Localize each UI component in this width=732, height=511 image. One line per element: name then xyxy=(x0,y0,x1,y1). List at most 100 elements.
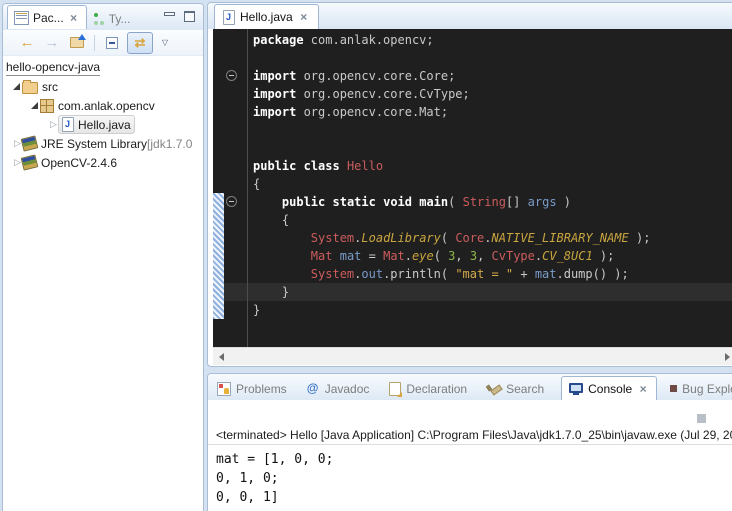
up-icon[interactable] xyxy=(67,34,87,52)
tree-item-hello-java[interactable]: Hello.java xyxy=(3,115,203,134)
code-line: import org.opencv.core.Core; xyxy=(213,67,732,85)
view-tab-pac[interactable]: Pac... xyxy=(7,5,87,29)
console-tab-label: Bug Explorer xyxy=(682,382,732,396)
code-editor[interactable]: package com.anlak.opencv; import org.open… xyxy=(213,29,732,347)
tree-item-com-anlak-opencv[interactable]: com.anlak.opencv xyxy=(3,96,203,115)
fold-collapse-icon[interactable] xyxy=(226,70,237,81)
tree-item-src[interactable]: src xyxy=(3,77,203,96)
console-tab-label: Problems xyxy=(236,382,287,396)
code-line: import org.opencv.core.Mat; xyxy=(213,103,732,121)
sidebar-tabbar: Pac... Ty... xyxy=(3,4,203,30)
tree-item-opencv-2-4-6[interactable]: OpenCV-2.4.6 xyxy=(3,153,203,172)
console-output[interactable]: mat = [1, 0, 0; 0, 1, 0; 0, 0, 1] xyxy=(208,445,732,507)
console-tab-search[interactable]: Search xyxy=(484,377,547,400)
javadoc-icon xyxy=(307,382,320,395)
code-line: Mat mat = Mat.eye( 3, 3, CvType.CV_8UC1 … xyxy=(213,247,732,265)
close-icon[interactable] xyxy=(637,383,649,395)
console-output-line: 0, 1, 0; xyxy=(216,469,732,488)
eclipse-workbench: Pac... Ty... hello-opencv-java srccom.anl… xyxy=(0,0,732,511)
console-tab-declaration[interactable]: Declaration xyxy=(386,377,470,400)
java-file-icon xyxy=(223,10,235,25)
tree-item-project-root[interactable]: hello-opencv-java xyxy=(3,58,203,77)
code-line: System.LoadLibrary( Core.NATIVE_LIBRARY_… xyxy=(213,229,732,247)
declaration-icon xyxy=(389,382,401,396)
scroll-left-icon[interactable] xyxy=(219,353,224,361)
close-icon[interactable] xyxy=(298,11,310,23)
console-output-line: mat = [1, 0, 0; xyxy=(216,450,732,469)
package-icon xyxy=(40,99,54,113)
project-tree: hello-opencv-java srccom.anlak.opencv Hel… xyxy=(3,56,203,172)
expander-open-icon[interactable] xyxy=(13,83,20,90)
gutter-divider xyxy=(247,29,248,347)
console-tab-label: Declaration xyxy=(406,382,467,396)
code-line: package com.anlak.opencv; xyxy=(213,31,732,49)
tree-item-label: com.anlak.opencv xyxy=(58,99,155,113)
console-tab-javadoc[interactable]: Javadoc xyxy=(304,377,373,400)
console-panel: Problems Javadoc Declaration Search Console B… xyxy=(207,373,732,511)
minimize-icon[interactable] xyxy=(164,11,175,21)
forward-icon[interactable] xyxy=(42,34,62,52)
sidebar-toolbar xyxy=(3,30,203,56)
range-indicator xyxy=(213,193,224,319)
source-folder-icon xyxy=(22,82,38,94)
tree-item-jre-system-library[interactable]: JRE System Library [jdk1.7.0 xyxy=(3,134,203,153)
console-icon xyxy=(569,383,583,395)
tree-item-decoration: [jdk1.7.0 xyxy=(147,137,192,151)
console-process-header: <terminated> Hello [Java Application] C:… xyxy=(208,426,732,445)
expander-open-icon[interactable] xyxy=(31,102,38,109)
panel-window-buttons xyxy=(164,11,195,21)
expander-closed-icon[interactable] xyxy=(49,120,58,129)
project-root-label: hello-opencv-java xyxy=(6,60,100,76)
type-hierarchy-icon xyxy=(93,13,105,25)
library-icon xyxy=(21,135,39,151)
collapse-all-icon[interactable] xyxy=(102,34,122,52)
tree-item-label: JRE System Library xyxy=(41,137,147,151)
code-line: public static void main( String[] args ) xyxy=(213,193,732,211)
console-tabbar: Problems Javadoc Declaration Search Console B… xyxy=(208,374,732,400)
code-line xyxy=(213,121,732,139)
console-tab-bug-explorer[interactable]: Bug Explorer xyxy=(667,377,732,400)
search-icon xyxy=(487,382,501,395)
editor-tabbar: Hello.java xyxy=(208,3,732,29)
maximize-icon[interactable] xyxy=(184,11,195,21)
fold-collapse-icon[interactable] xyxy=(226,196,237,207)
tree-item-label: OpenCV-2.4.6 xyxy=(41,156,117,170)
code-line: public class Hello xyxy=(213,157,732,175)
console-tab-console[interactable]: Console xyxy=(561,376,657,400)
console-toolbar-button[interactable] xyxy=(697,414,706,423)
code-line: } xyxy=(213,283,732,301)
console-tab-problems[interactable]: Problems xyxy=(214,377,290,400)
code-line: { xyxy=(213,211,732,229)
console-tab-label: Console xyxy=(588,382,632,396)
console-toolbar xyxy=(208,400,732,426)
console-tab-label: Search xyxy=(506,382,544,396)
code-line: System.out.println( "mat = " + mat.dump(… xyxy=(213,265,732,283)
editor-tab-hello-java[interactable]: Hello.java xyxy=(214,4,319,29)
link-with-editor-icon[interactable] xyxy=(127,32,153,54)
package-explorer-panel: Pac... Ty... hello-opencv-java srccom.anl… xyxy=(2,3,204,511)
back-icon[interactable] xyxy=(17,34,37,52)
bug-icon xyxy=(670,385,677,392)
view-tab-label: Ty... xyxy=(109,12,131,26)
library-icon xyxy=(21,154,39,170)
code-line xyxy=(213,49,732,67)
problems-icon xyxy=(217,382,231,396)
package-explorer-icon xyxy=(14,11,29,25)
horizontal-scrollbar[interactable] xyxy=(213,347,732,365)
scroll-right-icon[interactable] xyxy=(725,353,730,361)
java-file-icon xyxy=(62,117,74,132)
console-tab-label: Javadoc xyxy=(325,382,370,396)
view-tab-ty[interactable]: Ty... xyxy=(87,7,137,30)
code-line xyxy=(213,139,732,157)
tree-item-label: src xyxy=(42,80,58,94)
code-line: { xyxy=(213,175,732,193)
tree-item-label: Hello.java xyxy=(78,118,131,132)
tree-selection: Hello.java xyxy=(58,115,135,134)
view-menu-icon[interactable] xyxy=(158,34,172,52)
editor-panel: Hello.java package com.anlak.opencv; impo… xyxy=(207,2,732,367)
close-icon[interactable] xyxy=(68,12,80,24)
view-tab-label: Pac... xyxy=(33,11,64,25)
code-line: } xyxy=(213,301,732,319)
editor-tab-label: Hello.java xyxy=(240,10,293,24)
toolbar-divider xyxy=(94,35,95,51)
